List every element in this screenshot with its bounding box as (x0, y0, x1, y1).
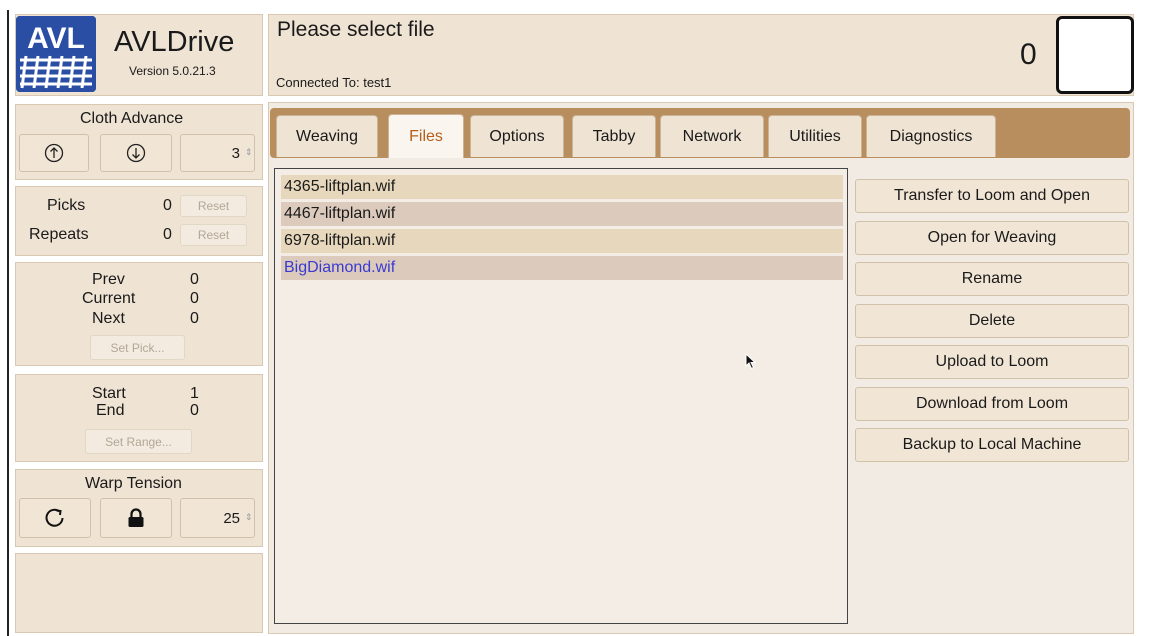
rename-button[interactable]: Rename (855, 262, 1129, 296)
advance-up-button[interactable] (19, 134, 89, 172)
warp-tension-title: Warp Tension (85, 475, 182, 492)
next-label: Next (92, 310, 125, 327)
picks-label: Picks (47, 197, 86, 214)
avl-logo: AVL (16, 16, 96, 92)
status-message: Please select file (277, 18, 435, 41)
start-value: 1 (190, 385, 199, 402)
picks-reset-button[interactable]: Reset (180, 195, 247, 217)
refresh-icon (45, 508, 64, 527)
set-pick-button[interactable]: Set Pick... (90, 335, 185, 360)
end-label: End (96, 402, 125, 419)
advance-amount-stepper[interactable]: 3 (180, 134, 255, 172)
open-for-weaving-button[interactable]: Open for Weaving (855, 221, 1129, 255)
end-value: 0 (190, 402, 199, 419)
tab-network[interactable]: Network (660, 115, 764, 157)
file-row-selected[interactable]: BigDiamond.wif (281, 256, 843, 280)
empty-panel (15, 553, 263, 633)
tab-files[interactable]: Files (388, 114, 464, 158)
tension-lock-button[interactable] (100, 498, 172, 538)
file-row[interactable]: 4365-liftplan.wif (281, 175, 843, 199)
lock-icon (128, 508, 144, 527)
current-label: Current (82, 290, 136, 307)
download-from-loom-button[interactable]: Download from Loom (855, 387, 1129, 421)
mouse-cursor-icon (745, 353, 757, 370)
tab-utilities[interactable]: Utilities (768, 115, 862, 157)
repeats-label: Repeats (29, 226, 89, 243)
advance-down-button[interactable] (100, 134, 172, 172)
window-edge (7, 10, 9, 636)
app-name: AVLDrive (114, 26, 235, 58)
tension-cycle-button[interactable] (19, 498, 91, 538)
logo-text: AVL (27, 22, 85, 55)
tension-spinner-icon[interactable]: ⇕ (245, 512, 253, 523)
file-list[interactable]: 4365-liftplan.wif 4467-liftplan.wif 6978… (274, 168, 848, 624)
tension-value-stepper[interactable]: 25 (180, 498, 255, 538)
tab-diagnostics[interactable]: Diagnostics (866, 115, 996, 157)
tab-tabby[interactable]: Tabby (572, 115, 656, 157)
file-row[interactable]: 4467-liftplan.wif (281, 202, 843, 226)
tab-options[interactable]: Options (470, 115, 564, 157)
arrow-down-circle-icon (126, 143, 146, 163)
repeats-reset-button[interactable]: Reset (180, 224, 247, 246)
set-range-button[interactable]: Set Range... (85, 429, 192, 454)
connection-status: Connected To: test1 (276, 75, 392, 90)
backup-to-local-machine-button[interactable]: Backup to Local Machine (855, 428, 1129, 462)
repeats-value: 0 (163, 226, 172, 243)
current-value: 0 (190, 290, 199, 307)
file-row[interactable]: 6978-liftplan.wif (281, 229, 843, 253)
tab-weaving[interactable]: Weaving (276, 115, 378, 157)
app-version: Version 5.0.21.3 (129, 64, 216, 78)
upload-to-loom-button[interactable]: Upload to Loom (855, 345, 1129, 379)
advance-amount-value: 3 (231, 144, 240, 162)
advance-spinner-icon[interactable]: ⇕ (245, 147, 253, 158)
tension-value: 25 (223, 509, 240, 527)
delete-button[interactable]: Delete (855, 304, 1129, 338)
arrow-up-circle-icon (44, 143, 64, 163)
picks-value: 0 (163, 197, 172, 214)
cloth-advance-title: Cloth Advance (80, 110, 184, 127)
prev-label: Prev (92, 271, 125, 288)
start-label: Start (92, 385, 126, 402)
prev-value: 0 (190, 271, 199, 288)
color-swatch (1056, 16, 1134, 94)
counter-value: 0 (1020, 38, 1037, 71)
next-value: 0 (190, 310, 199, 327)
transfer-to-loom-and-open-button[interactable]: Transfer to Loom and Open (855, 179, 1129, 213)
